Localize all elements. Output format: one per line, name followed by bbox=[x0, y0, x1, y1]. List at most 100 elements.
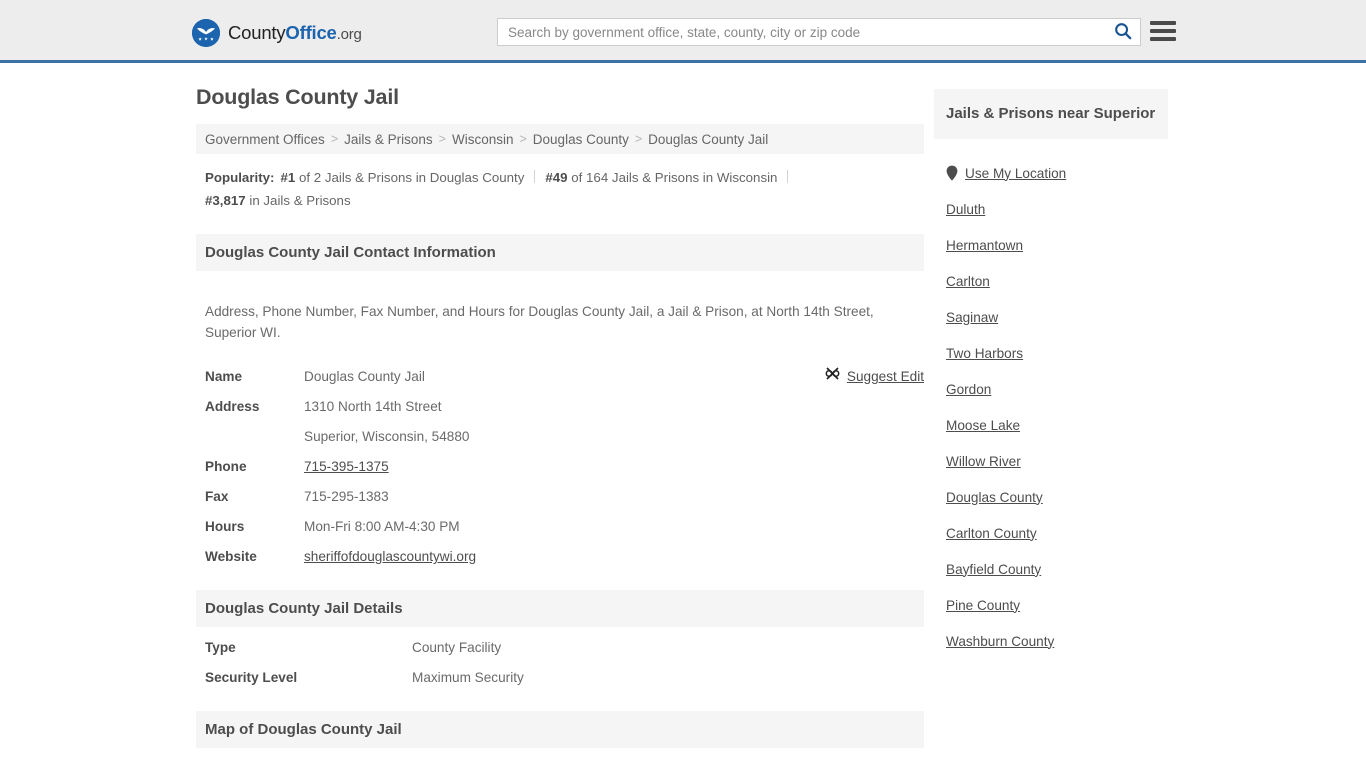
use-my-location-link[interactable]: Use My Location bbox=[965, 166, 1066, 181]
table-row: Superior, Wisconsin, 54880 bbox=[196, 422, 924, 452]
sidebar-item-use-my-location[interactable]: Use My Location bbox=[946, 155, 1168, 191]
sidebar-item-label[interactable]: Moose Lake bbox=[946, 418, 1020, 433]
contact-row-action bbox=[794, 392, 924, 422]
contact-row-value: 1310 North 14th Street bbox=[304, 399, 442, 415]
breadcrumb-item[interactable]: Douglas County bbox=[533, 132, 629, 147]
sidebar-header: Jails & Prisons near Superior bbox=[934, 89, 1168, 139]
detail-row-value: County Facility bbox=[412, 640, 502, 656]
contact-section-description: Address, Phone Number, Fax Number, and H… bbox=[205, 303, 874, 340]
sidebar-item-pine-county[interactable]: Pine County bbox=[946, 587, 1168, 623]
hamburger-menu-icon[interactable] bbox=[1150, 19, 1176, 43]
sidebar-item-label[interactable]: Gordon bbox=[946, 382, 991, 397]
popularity-label: Popularity: bbox=[205, 170, 275, 185]
sidebar-item-label[interactable]: Carlton bbox=[946, 274, 990, 289]
hamburger-bar bbox=[1150, 29, 1176, 33]
suggest-edit-button[interactable]: Suggest Edit bbox=[825, 366, 924, 387]
detail-row-key: Type bbox=[205, 640, 236, 656]
popularity-rank: #1 bbox=[280, 170, 296, 185]
popularity-entry: #3,817 in Jails & Prisons bbox=[205, 193, 351, 208]
hamburger-bar bbox=[1150, 21, 1176, 25]
contact-row-key: Phone bbox=[205, 459, 247, 475]
breadcrumb-separator: > bbox=[519, 132, 527, 146]
contact-section-title: Douglas County Jail Contact Information bbox=[205, 244, 496, 261]
sidebar-item-gordon[interactable]: Gordon bbox=[946, 371, 1168, 407]
main-column: Douglas County Jail Government Offices > J… bbox=[196, 85, 924, 768]
search-box[interactable] bbox=[497, 18, 1141, 46]
map-section-title: Map of Douglas County Jail bbox=[205, 721, 402, 739]
table-row: Hours Mon-Fri 8:00 AM-4:30 PM bbox=[196, 512, 924, 542]
table-row: Type County Facility bbox=[196, 633, 924, 663]
contact-row-key-continuation bbox=[196, 422, 304, 452]
table-row: Name Douglas County Jail Suggest Edit bbox=[196, 362, 924, 392]
sidebar-item-label[interactable]: Bayfield County bbox=[946, 562, 1041, 577]
popularity-entry: #49 of 164 Jails & Prisons in Wisconsin bbox=[545, 170, 778, 185]
sidebar-item-hermantown[interactable]: Hermantown bbox=[946, 227, 1168, 263]
popularity-entry: #1 of 2 Jails & Prisons in Douglas Count… bbox=[280, 170, 525, 185]
sidebar-item-label[interactable]: Duluth bbox=[946, 202, 985, 217]
breadcrumb-item[interactable]: Wisconsin bbox=[452, 132, 514, 147]
contact-value-link[interactable]: 715-395-1375 bbox=[304, 459, 389, 474]
site-logo-text: CountyOffice.org bbox=[228, 22, 362, 44]
sidebar-item-label[interactable]: Douglas County bbox=[946, 490, 1043, 505]
breadcrumb-item[interactable]: Douglas County Jail bbox=[648, 132, 768, 147]
sidebar-links: Use My Location Duluth Hermantown Carlton S… bbox=[934, 139, 1168, 659]
contact-row-action bbox=[794, 422, 924, 452]
sidebar-title: Jails & Prisons near Superior bbox=[946, 105, 1156, 122]
breadcrumb-item[interactable]: Government Offices bbox=[205, 132, 325, 147]
table-row: Phone 715-395-1375 bbox=[196, 452, 924, 482]
contact-row-value: 715-295-1383 bbox=[304, 489, 389, 505]
sidebar-item-bayfield-county[interactable]: Bayfield County bbox=[946, 551, 1168, 587]
sidebar-item-douglas-county[interactable]: Douglas County bbox=[946, 479, 1168, 515]
sidebar-item-two-harbors[interactable]: Two Harbors bbox=[946, 335, 1168, 371]
contact-row-key: Name bbox=[205, 369, 243, 385]
sidebar-item-willow-river[interactable]: Willow River bbox=[946, 443, 1168, 479]
contact-row-value[interactable]: 715-395-1375 bbox=[304, 452, 794, 482]
sidebar-item-washburn-county[interactable]: Washburn County bbox=[946, 623, 1168, 659]
sidebar-item-duluth[interactable]: Duluth bbox=[946, 191, 1168, 227]
edit-suggest-icon bbox=[825, 366, 840, 387]
sidebar-item-carlton-county[interactable]: Carlton County bbox=[946, 515, 1168, 551]
contact-row-value[interactable]: sheriffofdouglascountywi.org bbox=[304, 542, 794, 572]
popularity-rank: #49 bbox=[545, 170, 568, 185]
details-section-title: Douglas County Jail Details bbox=[205, 600, 403, 618]
sidebar-item-label[interactable]: Washburn County bbox=[946, 634, 1054, 649]
page-body: Douglas County Jail Government Offices > J… bbox=[0, 63, 1366, 768]
search-icon bbox=[1114, 22, 1132, 43]
breadcrumb-item[interactable]: Jails & Prisons bbox=[344, 132, 433, 147]
map-pin-icon bbox=[946, 165, 958, 181]
search-input[interactable] bbox=[498, 19, 1106, 45]
contact-row-value-line2: Superior, Wisconsin, 54880 bbox=[304, 429, 470, 445]
table-row: Address 1310 North 14th Street bbox=[196, 392, 924, 422]
site-header: CountyOffice.org bbox=[0, 0, 1366, 63]
contact-row-key: Hours bbox=[205, 519, 245, 535]
sidebar-item-moose-lake[interactable]: Moose Lake bbox=[946, 407, 1168, 443]
search-submit-button[interactable] bbox=[1106, 19, 1140, 45]
contact-detail-table: Name Douglas County Jail Suggest Edit Addre… bbox=[196, 362, 924, 572]
contact-value-link[interactable]: sheriffofdouglascountywi.org bbox=[304, 549, 476, 564]
contact-row-value: Douglas County Jail bbox=[304, 369, 425, 385]
hamburger-bar bbox=[1150, 37, 1176, 41]
detail-row-value: Maximum Security bbox=[412, 670, 524, 686]
table-row: Security Level Maximum Security bbox=[196, 663, 924, 693]
detail-row-key: Security Level bbox=[205, 670, 298, 686]
sidebar-item-label[interactable]: Two Harbors bbox=[946, 346, 1023, 361]
sidebar-item-label[interactable]: Saginaw bbox=[946, 310, 998, 325]
sidebar-item-saginaw[interactable]: Saginaw bbox=[946, 299, 1168, 335]
contact-row-action bbox=[794, 482, 924, 512]
page-title: Douglas County Jail bbox=[196, 85, 399, 109]
site-logo[interactable]: CountyOffice.org bbox=[192, 19, 362, 47]
sidebar-item-label[interactable]: Willow River bbox=[946, 454, 1021, 469]
map-section-header: Map of Douglas County Jail bbox=[196, 711, 924, 749]
sidebar-item-label[interactable]: Pine County bbox=[946, 598, 1020, 613]
sidebar-item-label[interactable]: Carlton County bbox=[946, 526, 1037, 541]
sidebar-item-carlton[interactable]: Carlton bbox=[946, 263, 1168, 299]
logo-text-office: Office bbox=[285, 22, 337, 43]
contact-row-action bbox=[794, 452, 924, 482]
sidebar-item-label[interactable]: Hermantown bbox=[946, 238, 1023, 253]
breadcrumb-separator: > bbox=[330, 132, 339, 146]
breadcrumb-separator: > bbox=[634, 132, 643, 146]
contact-section-header: Douglas County Jail Contact Information bbox=[196, 234, 924, 271]
contact-row-key: Fax bbox=[205, 489, 229, 505]
sidebar: Jails & Prisons near Superior Use My Loc… bbox=[934, 85, 1168, 659]
breadcrumb-separator: > bbox=[438, 132, 446, 146]
